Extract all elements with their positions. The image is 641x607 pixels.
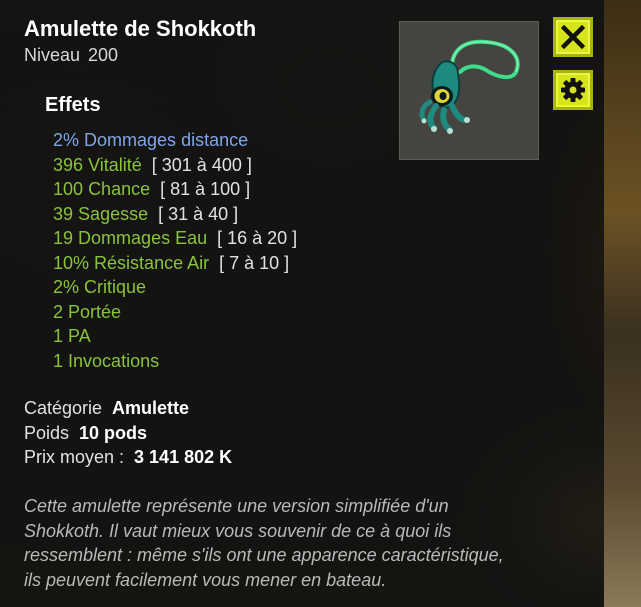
- settings-button[interactable]: [553, 70, 593, 110]
- price-row: Prix moyen : 3 141 802 K: [24, 445, 232, 470]
- effect-value: 39: [53, 203, 74, 224]
- item-tooltip: Amulette de Shokkoth Niveau 200 Effets 2%…: [0, 0, 604, 607]
- effect-value: 100: [53, 179, 84, 199]
- effect-label: PA: [68, 326, 91, 346]
- effect-label: Dommages Eau: [78, 228, 208, 248]
- effect-line: 2% Critique: [53, 275, 297, 300]
- effect-line: 39 Sagesse [ 31 à 40 ]: [53, 202, 297, 227]
- effect-range: [ 16 à 20 ]: [217, 228, 298, 248]
- effect-line: 2 Portée: [53, 300, 297, 325]
- effect-value: 2: [53, 301, 64, 322]
- effect-line: 1 Invocations: [53, 349, 297, 374]
- category-row: Catégorie Amulette: [24, 396, 232, 421]
- item-info: Catégorie Amulette Poids 10 pods Prix moye…: [24, 396, 232, 470]
- gear-icon: [561, 78, 585, 102]
- effect-value: 2%: [53, 277, 80, 297]
- effect-line: 19 Dommages Eau [ 16 à 20 ]: [53, 226, 297, 251]
- effect-value: 1: [53, 326, 64, 346]
- effect-value: 396: [53, 154, 84, 175]
- effect-label: Portée: [68, 301, 122, 322]
- squid-amulet-icon: [419, 39, 520, 134]
- effect-label: Résistance Air: [94, 252, 210, 273]
- close-button[interactable]: [553, 17, 593, 57]
- item-name: Amulette de Shokkoth: [24, 16, 257, 41]
- level-value: 200: [88, 45, 119, 65]
- close-icon: [561, 25, 585, 49]
- effect-line: 396 Vitalité [ 301 à 400 ]: [53, 153, 297, 178]
- weight-value: 10 pods: [79, 422, 148, 443]
- effect-label: Vitalité: [88, 154, 142, 175]
- effect-range: [ 7 à 10 ]: [219, 252, 290, 273]
- effect-label: Critique: [84, 277, 147, 297]
- effect-value: 1: [53, 350, 64, 371]
- weight-row: Poids 10 pods: [24, 421, 232, 446]
- effects-heading: Effets: [45, 94, 101, 116]
- effect-label: Dommages distance: [84, 130, 249, 150]
- game-scene-edge: [604, 0, 641, 607]
- effect-line: 100 Chance [ 81 à 100 ]: [53, 177, 297, 202]
- weight-label: Poids: [24, 422, 70, 443]
- effect-label: Invocations: [68, 350, 160, 371]
- effect-value: 2%: [53, 130, 80, 150]
- price-value: 3 141 802 K: [134, 447, 233, 467]
- effect-range: [ 301 à 400 ]: [151, 154, 252, 175]
- effect-label: Chance: [88, 179, 151, 199]
- level-label: Niveau: [24, 45, 81, 65]
- effect-range: [ 81 à 100 ]: [160, 179, 251, 199]
- item-image-frame: [399, 21, 539, 160]
- category-value: Amulette: [112, 398, 190, 418]
- price-label: Prix moyen :: [24, 447, 125, 467]
- effect-line: 1 PA: [53, 324, 297, 349]
- effects-list: 2% Dommages distance 396 Vitalité [ 301 à…: [53, 128, 297, 373]
- effect-label: Sagesse: [78, 203, 149, 224]
- effect-line: 10% Résistance Air [ 7 à 10 ]: [53, 251, 297, 276]
- effect-value: 10%: [53, 252, 90, 273]
- item-description: Cette amulette représente une version si…: [24, 496, 504, 590]
- category-label: Catégorie: [24, 398, 103, 418]
- effect-value: 19: [53, 228, 74, 248]
- effect-range: [ 31 à 40 ]: [158, 203, 239, 224]
- item-level: Niveau 200: [24, 45, 118, 66]
- effect-line: 2% Dommages distance: [53, 128, 297, 153]
